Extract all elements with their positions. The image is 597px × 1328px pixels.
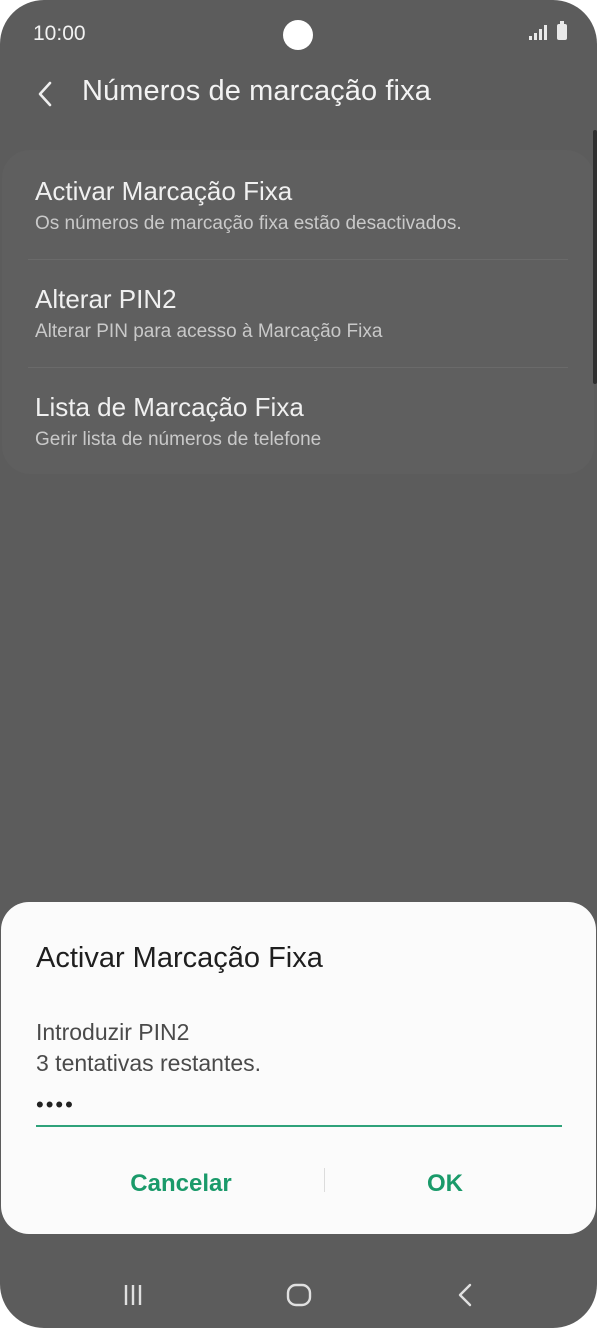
back-button[interactable] <box>30 74 66 114</box>
recent-apps-button[interactable] <box>113 1278 153 1312</box>
setting-title: Lista de Marcação Fixa <box>35 392 304 422</box>
scrollbar[interactable] <box>593 130 597 384</box>
cancel-button[interactable]: Cancelar <box>61 1162 301 1206</box>
phone-screen: 10:00 Números de marcação fixa Activar M… <box>0 0 597 1328</box>
signal-icon <box>529 24 547 40</box>
back-icon <box>458 1283 472 1307</box>
home-icon <box>286 1283 312 1307</box>
setting-subtitle: Os números de marcação fixa estão desact… <box>35 213 462 234</box>
camera-cutout <box>283 20 313 50</box>
setting-title: Alterar PIN2 <box>35 284 177 314</box>
dialog-title: Activar Marcação Fixa <box>36 942 323 974</box>
setting-subtitle: Gerir lista de números de telefone <box>35 429 322 450</box>
dialog-message: Introduzir PIN2 <box>36 1019 190 1045</box>
status-icons <box>529 21 567 40</box>
setting-activate-fdn[interactable]: Activar Marcação Fixa Os números de marc… <box>35 176 568 235</box>
recent-apps-icon <box>124 1285 142 1305</box>
setting-change-pin2[interactable]: Alterar PIN2 Alterar PIN para acesso à M… <box>35 284 568 343</box>
page-title: Números de marcação fixa <box>82 75 431 107</box>
setting-subtitle: Alterar PIN para acesso à Marcação Fixa <box>35 321 383 342</box>
home-button[interactable] <box>279 1278 319 1312</box>
ok-button[interactable]: OK <box>325 1162 565 1206</box>
chevron-left-icon <box>38 81 52 107</box>
pin2-dialog: Activar Marcação Fixa Introduzir PIN2 3 … <box>1 902 596 1234</box>
battery-icon <box>557 21 567 40</box>
divider <box>28 259 568 260</box>
pin2-input[interactable] <box>36 1085 562 1127</box>
setting-title: Activar Marcação Fixa <box>35 176 293 206</box>
nav-back-button[interactable] <box>446 1278 486 1312</box>
setting-fdn-list[interactable]: Lista de Marcação Fixa Gerir lista de nú… <box>35 392 568 451</box>
settings-card: Activar Marcação Fixa Os números de marc… <box>2 150 594 474</box>
dialog-attempts: 3 tentativas restantes. <box>36 1050 262 1076</box>
status-time: 10:00 <box>33 22 86 45</box>
divider <box>28 367 568 368</box>
